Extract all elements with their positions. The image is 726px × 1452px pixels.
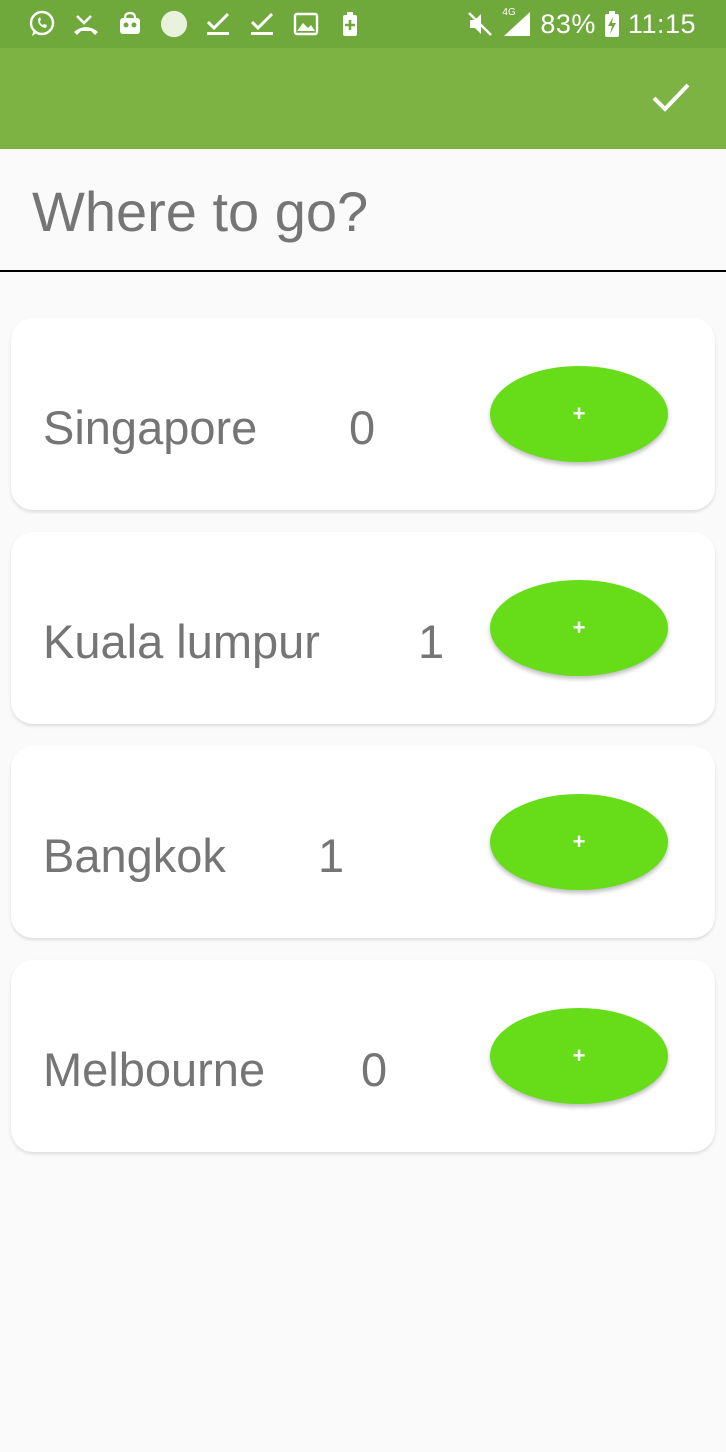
check-icon — [651, 81, 691, 118]
circle-icon — [160, 10, 188, 38]
destination-card-melbourne: Melbourne 0 + — [11, 960, 715, 1152]
confirm-button[interactable] — [646, 74, 696, 124]
destination-count: 1 — [418, 615, 445, 668]
download-done-icon — [204, 10, 232, 38]
clock: 11:15 — [627, 8, 696, 39]
mute-icon — [466, 10, 494, 38]
destination-name: Singapore — [43, 401, 258, 454]
destination-count: 1 — [318, 829, 345, 882]
battery-percent: 83% — [540, 8, 596, 39]
shopping-bag-icon — [116, 10, 144, 38]
destination-count: 0 — [361, 1043, 388, 1096]
app-bar — [0, 48, 726, 149]
header: Where to go? — [0, 149, 726, 272]
destination-name: Melbourne — [43, 1043, 266, 1096]
add-button[interactable]: + — [490, 366, 668, 462]
destination-name: Bangkok — [43, 829, 226, 882]
add-button[interactable]: + — [490, 1008, 668, 1104]
destination-card-kuala-lumpur: Kuala lumpur 1 + — [11, 532, 715, 724]
destination-name: Kuala lumpur — [43, 615, 320, 668]
destination-card-singapore: Singapore 0 + — [11, 318, 715, 510]
missed-call-icon — [72, 10, 100, 38]
status-bar: 4G 83% 11:15 — [0, 0, 726, 48]
network-type-label: 4G — [502, 7, 516, 18]
destination-count: 0 — [349, 401, 376, 454]
add-button[interactable]: + — [490, 794, 668, 890]
whatsapp-icon — [28, 10, 56, 38]
page-title: Where to go? — [32, 180, 369, 243]
image-icon — [292, 10, 320, 38]
notification-icons — [28, 9, 364, 39]
destination-card-bangkok: Bangkok 1 + — [11, 746, 715, 938]
battery-plus-icon — [336, 10, 364, 38]
signal-icon: 4G — [500, 7, 534, 38]
download-done-icon — [248, 10, 276, 38]
add-button[interactable]: + — [490, 580, 668, 676]
battery-charging-icon — [602, 10, 622, 38]
system-status: 4G 83% 11:15 — [466, 7, 696, 39]
